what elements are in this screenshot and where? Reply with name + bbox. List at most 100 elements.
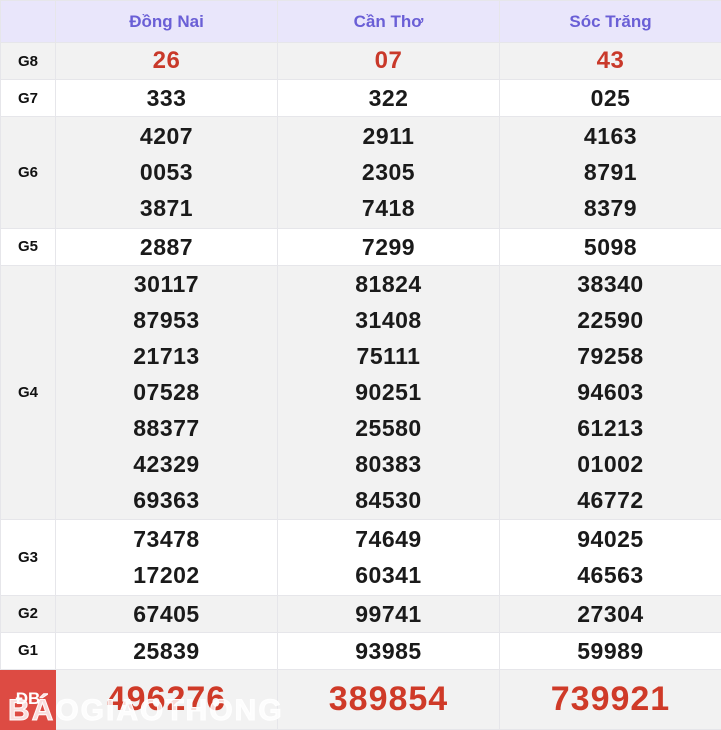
- lottery-number: 21713: [133, 343, 200, 370]
- lottery-number: 46772: [577, 487, 644, 514]
- table-row: G1 25839 93985 59989: [0, 631, 721, 670]
- lottery-results-container: Đồng Nai Cần Thơ Sóc Trăng G8 26 07 43 G…: [0, 0, 721, 730]
- prize-cell-g3-col2: 74649 60341: [277, 519, 500, 596]
- lottery-number: 07528: [133, 379, 200, 406]
- lottery-number: 27304: [577, 600, 644, 627]
- lottery-number: 322: [368, 85, 409, 112]
- lottery-number: 333: [146, 85, 187, 112]
- lottery-number: 61213: [577, 415, 644, 442]
- lottery-number: 17202: [133, 562, 200, 589]
- prize-cell-g4-col3: 38340 22590 79258 94603 61213 01002 4677…: [499, 264, 721, 521]
- prize-cell-g2-col3: 27304: [499, 594, 721, 633]
- number-list: 59989: [500, 633, 721, 669]
- prize-cell-db-col3: 739921: [499, 668, 721, 730]
- table-row: ĐB 496276 389854 739921: [0, 668, 721, 730]
- prize-cell-g1-col2: 93985: [277, 631, 500, 670]
- lottery-number: 81824: [355, 271, 422, 298]
- lottery-results-table: Đồng Nai Cần Thơ Sóc Trăng G8 26 07 43 G…: [0, 0, 721, 730]
- number-list: 4163 8791 8379: [500, 117, 721, 227]
- lottery-number: 01002: [577, 451, 644, 478]
- prize-cell-g2-col1: 67405: [55, 594, 278, 633]
- number-list: 389854: [278, 670, 499, 729]
- number-list: 25839: [56, 633, 277, 669]
- number-list: 4207 0053 3871: [56, 117, 277, 227]
- lottery-number: 25580: [355, 415, 422, 442]
- header-row: Đồng Nai Cần Thơ Sóc Trăng: [0, 0, 721, 43]
- number-list: 2911 2305 7418: [278, 117, 499, 227]
- lottery-number: 38340: [577, 271, 644, 298]
- number-list: 07: [278, 43, 499, 79]
- lottery-number: 80383: [355, 451, 422, 478]
- prize-cell-db-col2: 389854: [277, 668, 500, 730]
- lottery-number: 74649: [355, 526, 422, 553]
- prize-cell-g5-col2: 7299: [277, 227, 500, 266]
- prize-cell-g7-col1: 333: [55, 79, 278, 118]
- number-list: 73478 17202: [56, 520, 277, 594]
- prize-cell-g5-col3: 5098: [499, 227, 721, 266]
- lottery-number: 2305: [361, 159, 416, 186]
- number-list: 322: [278, 80, 499, 116]
- table-row: G3 73478 17202 74649 60341 94025 46563: [0, 519, 721, 596]
- lottery-number: 99741: [355, 600, 422, 627]
- lottery-number: 84530: [355, 487, 422, 514]
- lottery-number: 3871: [139, 195, 194, 222]
- column-header-province-3: Sóc Trăng: [499, 0, 721, 43]
- lottery-number: 90251: [355, 379, 422, 406]
- lottery-number: 59989: [577, 637, 644, 664]
- number-list: 739921: [500, 670, 721, 729]
- number-list: 7299: [278, 229, 499, 265]
- lottery-number: 94025: [577, 526, 644, 553]
- prize-cell-g5-col1: 2887: [55, 227, 278, 266]
- number-list: 025: [500, 80, 721, 116]
- prize-label-g1: G1: [0, 631, 56, 670]
- number-list: 333: [56, 80, 277, 116]
- lottery-number: 4207: [139, 123, 194, 150]
- prize-label-g4: G4: [0, 264, 56, 521]
- table-row: G4 30117 87953 21713 07528 88377 42329 6…: [0, 264, 721, 521]
- lottery-number: 30117: [133, 271, 200, 298]
- table-header: Đồng Nai Cần Thơ Sóc Trăng: [0, 0, 721, 43]
- lottery-number: 60341: [355, 562, 422, 589]
- lottery-number: 2911: [362, 123, 415, 150]
- number-list: 38340 22590 79258 94603 61213 01002 4677…: [500, 266, 721, 520]
- prize-cell-g8-col3: 43: [499, 41, 721, 81]
- prize-label-g3: G3: [0, 519, 56, 596]
- number-list: 27304: [500, 596, 721, 632]
- lottery-number: 2887: [139, 233, 194, 260]
- lottery-number: 67405: [133, 600, 200, 627]
- lottery-number: 0053: [139, 159, 194, 186]
- prize-label-g5: G5: [0, 227, 56, 266]
- prize-cell-g7-col2: 322: [277, 79, 500, 118]
- number-list: 93985: [278, 633, 499, 669]
- lottery-number: 7299: [361, 233, 416, 260]
- number-list: 2887: [56, 229, 277, 265]
- prize-cell-g7-col3: 025: [499, 79, 721, 118]
- prize-cell-g6-col2: 2911 2305 7418: [277, 116, 500, 229]
- lottery-number: 4163: [583, 123, 638, 150]
- lottery-number: 496276: [106, 680, 227, 719]
- number-list: 43: [500, 43, 721, 79]
- prize-label-g6: G6: [0, 116, 56, 229]
- prize-cell-g4-col1: 30117 87953 21713 07528 88377 42329 6936…: [55, 264, 278, 521]
- column-header-province-1: Đồng Nai: [55, 0, 278, 43]
- table-row: G7 333 322 025: [0, 79, 721, 118]
- lottery-number: 389854: [328, 680, 449, 719]
- lottery-number: 8791: [583, 159, 638, 186]
- table-row: G5 2887 7299 5098: [0, 227, 721, 266]
- prize-cell-g4-col2: 81824 31408 75111 90251 25580 80383 8453…: [277, 264, 500, 521]
- number-list: 496276: [56, 670, 277, 729]
- prize-label-g8: G8: [0, 41, 56, 81]
- lottery-number: 75111: [356, 343, 421, 370]
- table-row: G2 67405 99741 27304: [0, 594, 721, 633]
- number-list: 94025 46563: [500, 520, 721, 594]
- prize-cell-g1-col1: 25839: [55, 631, 278, 670]
- prize-cell-g3-col1: 73478 17202: [55, 519, 278, 596]
- number-list: 26: [56, 43, 277, 79]
- prize-cell-g2-col2: 99741: [277, 594, 500, 633]
- prize-cell-g3-col3: 94025 46563: [499, 519, 721, 596]
- lottery-number: 87953: [133, 307, 200, 334]
- number-list: 67405: [56, 596, 277, 632]
- lottery-number: 8379: [583, 195, 638, 222]
- lottery-number: 73478: [133, 526, 200, 553]
- table-row: G8 26 07 43: [0, 41, 721, 81]
